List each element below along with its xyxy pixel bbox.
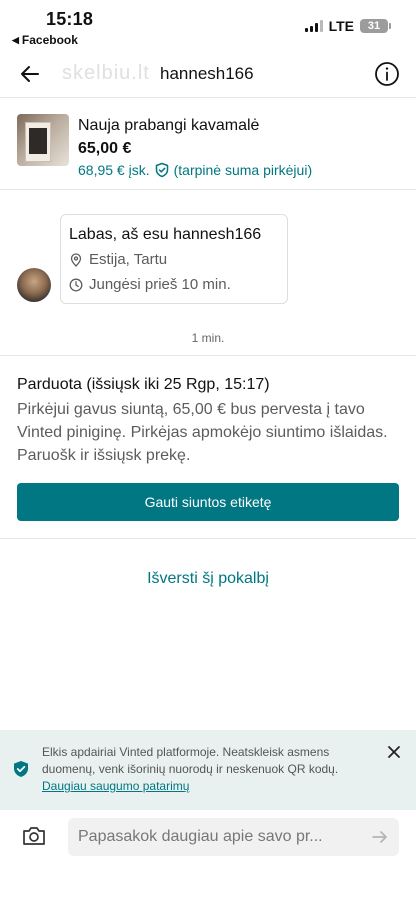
avatar[interactable] (17, 268, 51, 302)
profile-last-seen: Jungėsi prieš 10 min. (69, 276, 231, 293)
back-triangle-icon: ◀ (12, 34, 19, 45)
profile-card[interactable]: Labas, aš esu hannesh166 Estija, Tartu J… (60, 214, 288, 304)
thumbnail-machine-shape (29, 128, 47, 154)
page-title: hannesh166 (160, 64, 254, 83)
item-total-value: 68,95 € įsk. (78, 162, 150, 178)
safety-banner: Elkis apdairiai Vinted platformoje. Neat… (0, 730, 416, 810)
send-arrow-icon[interactable] (371, 828, 389, 846)
section-divider (0, 355, 416, 356)
item-total-note: (tarpinė suma pirkėjui) (173, 162, 313, 178)
clock-icon (69, 278, 83, 291)
item-price: 65,00 € (78, 140, 132, 157)
item-total-price: 68,95 € įsk. (tarpinė suma pirkėjui) (78, 162, 312, 178)
message-box (68, 818, 399, 856)
status-bar: 15:18 ◀ Facebook LTE 31 (0, 0, 416, 50)
profile-location: Estija, Tartu (69, 251, 167, 268)
network-label: LTE (328, 18, 354, 34)
camera-icon[interactable] (21, 824, 47, 848)
safety-tips-link[interactable]: Daugiau saugumo patarimų (42, 779, 189, 793)
get-shipping-label-button[interactable]: Gauti siuntos etiketę (17, 483, 399, 521)
message-input[interactable] (78, 818, 358, 856)
conversation-header: skelbiu.lt hannesh166 (0, 50, 416, 98)
sold-status-description: Pirkėjui gavus siuntą, 65,00 € bus perve… (17, 401, 388, 464)
shield-check-icon (14, 761, 28, 777)
info-icon[interactable] (374, 61, 400, 87)
sold-status-title: Parduota (išsiųsk iki 25 Rgp, 15:17) (17, 376, 270, 393)
translate-conversation-link[interactable]: Išversti šį pokalbį (0, 570, 416, 588)
item-thumbnail[interactable] (17, 114, 69, 166)
message-composer (0, 810, 416, 862)
profile-last-seen-text: Jungėsi prieš 10 min. (89, 276, 231, 293)
status-indicators: LTE 31 (304, 18, 391, 34)
battery-level: 31 (367, 20, 381, 32)
safety-text: Elkis apdairiai Vinted platformoje. Neat… (42, 745, 339, 776)
close-icon[interactable] (386, 744, 402, 760)
location-pin-icon (70, 252, 82, 267)
profile-greeting: Labas, aš esu hannesh166 (69, 226, 262, 243)
signal-icon (304, 20, 323, 32)
section-divider (0, 538, 416, 539)
shield-check-icon (155, 162, 168, 178)
profile-location-text: Estija, Tartu (89, 251, 168, 268)
item-title: Nauja prabangi kavamalė (78, 117, 260, 134)
battery-icon: 31 (360, 19, 391, 33)
back-app-label: Facebook (21, 33, 78, 47)
status-time: 15:18 (46, 9, 94, 29)
arrow-left-icon[interactable] (18, 62, 42, 86)
message-timestamp: 1 min. (191, 331, 225, 345)
watermark: skelbiu.lt (62, 62, 150, 84)
item-summary[interactable]: Nauja prabangi kavamalė 65,00 € 68,95 € … (0, 98, 416, 190)
back-to-app-link[interactable]: ◀ Facebook (12, 33, 78, 47)
